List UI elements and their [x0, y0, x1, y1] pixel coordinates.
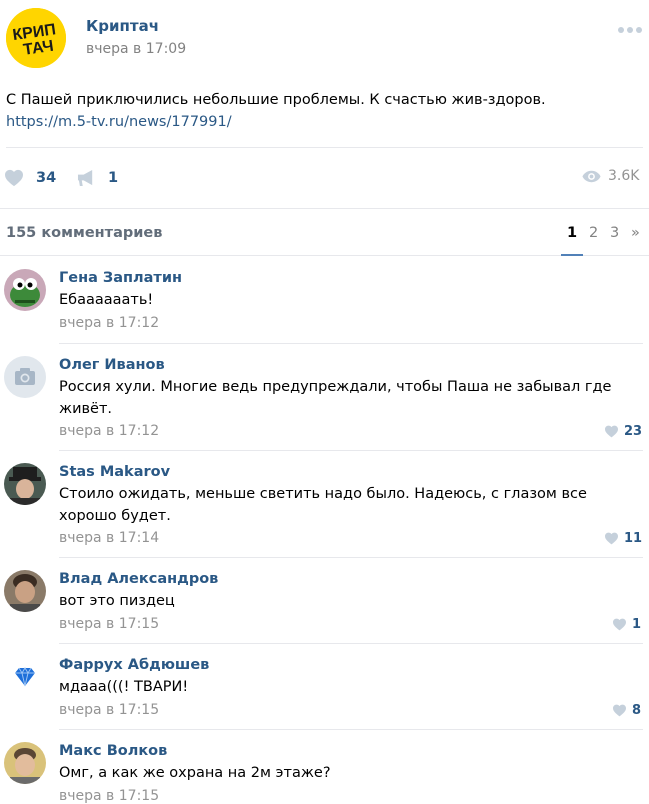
active-page-indicator	[561, 254, 583, 256]
like-count: 34	[36, 170, 57, 186]
comment-author[interactable]: Олег Иванов	[59, 357, 165, 373]
comment-date[interactable]: вчера в 17:15	[59, 788, 159, 804]
heart-icon	[605, 425, 618, 438]
divider	[59, 557, 643, 558]
comments-header: 155 комментариев 1 2 3 »	[0, 208, 649, 256]
post-link[interactable]: https://m.5-tv.ru/news/177991/	[6, 114, 232, 130]
comment-date[interactable]: вчера в 17:15	[59, 616, 159, 632]
share-button[interactable]: 1	[77, 166, 118, 190]
eye-icon	[582, 170, 601, 182]
man-in-hat-avatar-image	[4, 463, 46, 505]
comment-text: Омг, а как же охрана на 2м этаже?	[59, 765, 331, 781]
logo-graphic: КРИП ТАЧ	[6, 8, 66, 68]
community-logo[interactable]: КРИП ТАЧ	[6, 8, 66, 68]
man-avatar-image	[4, 742, 46, 784]
comment-date[interactable]: вчера в 17:12	[59, 315, 159, 331]
avatar[interactable]	[4, 656, 46, 698]
comment-date[interactable]: вчера в 17:15	[59, 702, 159, 718]
heart-icon	[605, 532, 618, 545]
comment-like-count: 23	[624, 424, 643, 439]
divider	[59, 450, 643, 451]
avatar[interactable]	[4, 570, 46, 612]
comment-date[interactable]: вчера в 17:12	[59, 423, 159, 439]
heart-icon	[613, 618, 626, 631]
comment-text: вот это пиздец	[59, 593, 175, 609]
camera-placeholder-icon	[4, 356, 46, 398]
avatar[interactable]	[4, 742, 46, 784]
divider	[6, 147, 643, 148]
comment-like-button[interactable]: 11	[604, 531, 642, 546]
avatar[interactable]	[4, 463, 46, 505]
comment-author[interactable]: Stas Makarov	[59, 464, 170, 480]
comment-author[interactable]: Фаррух Абдюшев	[59, 657, 209, 673]
crocodile-avatar-image	[4, 269, 46, 311]
comment-like-count: 11	[624, 531, 643, 546]
repost-count: 1	[108, 170, 119, 186]
man-avatar-image	[4, 570, 46, 612]
post-text: С Пашей приключились небольшие проблемы.…	[6, 92, 546, 108]
comment-author[interactable]: Гена Заплатин	[59, 270, 182, 286]
comments-count: 155 комментариев	[6, 225, 163, 241]
page-next[interactable]: »	[631, 225, 640, 241]
page-1[interactable]: 1	[567, 225, 577, 241]
page-2[interactable]: 2	[589, 225, 598, 241]
divider	[59, 729, 643, 730]
avatar[interactable]	[4, 269, 46, 311]
more-options-icon[interactable]	[618, 27, 642, 33]
page-3[interactable]: 3	[610, 225, 619, 241]
comment-date[interactable]: вчера в 17:14	[59, 530, 159, 546]
like-button[interactable]: 34	[4, 166, 56, 190]
comment-like-count: 1	[632, 617, 642, 632]
comment-like-count: 8	[632, 703, 642, 718]
comment-author[interactable]: Макс Волков	[59, 743, 167, 759]
comment-text: мдааа(((! ТВАРИ!	[59, 679, 189, 695]
heart-icon	[613, 704, 626, 717]
avatar[interactable]	[4, 356, 46, 398]
diamond-icon	[4, 656, 46, 698]
comment-like-button[interactable]: 8	[612, 703, 641, 718]
views: 3.6K	[582, 168, 639, 184]
comment-text: Россия хули. Многие ведь предупреждали, …	[59, 379, 612, 417]
post-body: С Пашей приключились небольшие проблемы.…	[6, 89, 546, 133]
views-count: 3.6K	[608, 168, 640, 184]
divider	[59, 643, 643, 644]
heart-icon	[5, 169, 23, 187]
post-header: КРИП ТАЧ Криптач вчера в 17:09	[0, 0, 649, 80]
comment-author[interactable]: Влад Александров	[59, 571, 218, 587]
comment-text: Ебаааааать!	[59, 292, 154, 308]
post-date[interactable]: вчера в 17:09	[86, 41, 186, 57]
comment-text: Стоило ожидать, меньше светить надо было…	[59, 486, 587, 524]
comment-like-button[interactable]: 23	[604, 424, 642, 439]
post-author[interactable]: Криптач	[86, 17, 159, 35]
comment-like-button[interactable]: 1	[612, 617, 641, 632]
divider	[59, 343, 643, 344]
megaphone-icon	[77, 169, 93, 187]
